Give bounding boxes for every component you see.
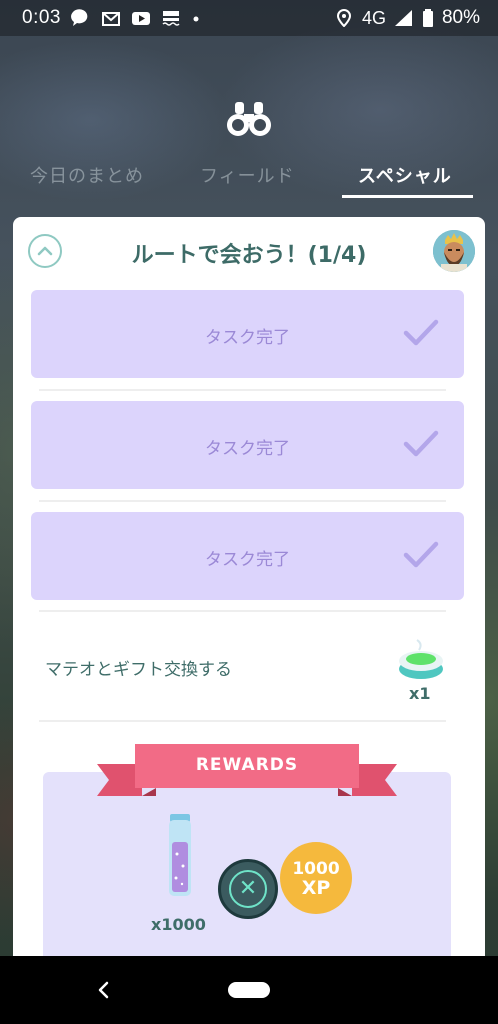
research-title: ルートで会おう！(1/4) bbox=[131, 243, 367, 268]
battery-level: 80% bbox=[441, 7, 480, 28]
active-tab-indicator bbox=[342, 195, 473, 198]
checkmark-icon bbox=[403, 430, 439, 457]
status-time: 0:03 bbox=[22, 7, 61, 28]
tab-special[interactable]: スペシャル bbox=[358, 162, 452, 188]
xp-unit: XP bbox=[301, 877, 331, 899]
xp-amount: 1000 bbox=[292, 859, 340, 879]
task-item[interactable]: タスク完了 bbox=[31, 290, 464, 378]
pending-task-label: マテオとギフト交換する bbox=[45, 660, 232, 680]
mail-icon bbox=[101, 12, 120, 26]
checkmark-icon bbox=[403, 319, 439, 346]
task-label: タスク完了 bbox=[205, 328, 290, 348]
youtube-icon bbox=[131, 12, 150, 25]
divider bbox=[39, 720, 446, 722]
back-icon[interactable] bbox=[96, 980, 112, 1000]
location-icon bbox=[336, 9, 351, 27]
tab-field[interactable]: フィールド bbox=[200, 162, 295, 188]
system-nav-bar bbox=[0, 956, 498, 1024]
network-type: 4G bbox=[361, 7, 386, 28]
research-tabs: 今日のまとめ フィールド スペシャル bbox=[0, 156, 498, 200]
chat-icon bbox=[71, 9, 88, 26]
professor-avatar-icon bbox=[433, 230, 475, 272]
divider bbox=[39, 500, 446, 502]
avatar[interactable] bbox=[433, 230, 475, 272]
task-item[interactable]: タスク完了 bbox=[31, 512, 464, 600]
binoculars-icon bbox=[227, 102, 271, 136]
pending-task-reward-qty: x1 bbox=[409, 684, 431, 703]
status-bar: 0:03 4G 80% bbox=[0, 0, 498, 36]
divider bbox=[39, 389, 446, 391]
signal-icon bbox=[394, 10, 412, 26]
news-icon bbox=[162, 11, 180, 26]
stardust-icon bbox=[169, 814, 191, 896]
special-research-card: ルートで会おう！(1/4) タスク完了 タスク完了 タスク完了 マテオとギフト交… bbox=[13, 217, 485, 977]
xp-reward: 1000 XP bbox=[280, 842, 352, 914]
checkmark-icon bbox=[403, 541, 439, 568]
battery-icon bbox=[422, 9, 433, 27]
task-item[interactable]: タスク完了 bbox=[31, 401, 464, 489]
close-button[interactable]: ✕ bbox=[218, 859, 278, 919]
divider bbox=[39, 610, 446, 612]
tab-today[interactable]: 今日のまとめ bbox=[30, 162, 144, 188]
stardust-reward-qty: x1000 bbox=[151, 915, 206, 934]
incense-icon bbox=[399, 639, 443, 679]
task-label: タスク完了 bbox=[205, 439, 290, 459]
task-label: タスク完了 bbox=[205, 550, 290, 570]
close-icon: ✕ bbox=[229, 870, 267, 908]
rewards-banner: REWARDS bbox=[195, 755, 299, 775]
dot-icon bbox=[193, 16, 199, 22]
home-button[interactable] bbox=[228, 982, 270, 998]
